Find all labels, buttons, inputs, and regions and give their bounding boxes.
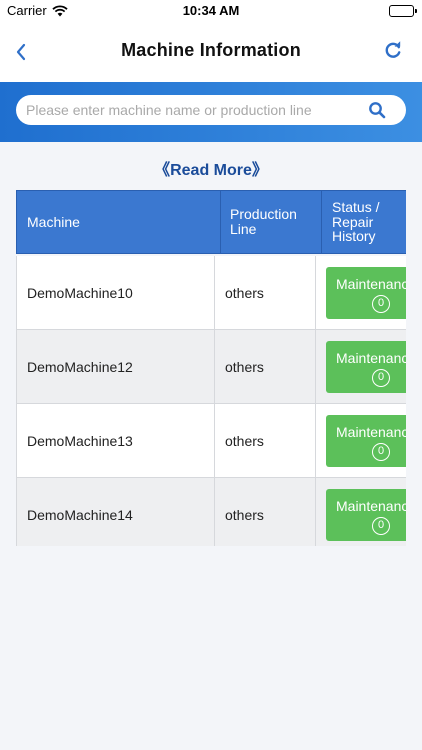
table-row[interactable]: DemoMachine13 others Maintenance 0 [16, 404, 406, 478]
search-icon[interactable] [368, 101, 386, 119]
header-line-label-2: Line [230, 221, 257, 237]
machine-name: DemoMachine10 [16, 256, 215, 330]
search-input[interactable] [26, 95, 356, 125]
refresh-icon[interactable] [382, 39, 404, 61]
header-status-label-2: Repair [332, 213, 374, 230]
header-status-label-1: Status / [332, 198, 380, 215]
header-machine[interactable]: Machine [17, 191, 221, 253]
search-band [0, 82, 422, 142]
header-line-label-1: Production [230, 206, 297, 223]
maintenance-button[interactable]: Maintenance 0 [326, 489, 406, 541]
maintenance-label: Maintenance [336, 350, 406, 366]
maintenance-button[interactable]: Maintenance 0 [326, 267, 406, 319]
maintenance-label: Maintenance [336, 424, 406, 440]
production-line: others [215, 478, 316, 546]
production-line: others [215, 256, 316, 330]
table-row[interactable]: DemoMachine14 others Maintenance 0 [16, 478, 406, 546]
header-machine-label: Machine [27, 213, 80, 230]
status-cell: Maintenance 0 [316, 330, 406, 404]
production-line: others [215, 404, 316, 478]
status-bar: Carrier 10:34 AM [0, 0, 422, 22]
repair-count-badge: 0 [372, 295, 390, 313]
battery-icon [389, 5, 414, 17]
search-box [16, 95, 406, 125]
page-title: Machine Information [121, 40, 301, 60]
maintenance-label: Maintenance [336, 498, 406, 514]
nav-bar: Machine Information [0, 22, 422, 82]
production-line: others [215, 330, 316, 404]
table-row[interactable]: DemoMachine10 others Maintenance 0 [16, 256, 406, 330]
machine-name: DemoMachine13 [16, 404, 215, 478]
table-header: Machine Production Line Status / Repair … [16, 190, 406, 254]
machine-name: DemoMachine14 [16, 478, 215, 546]
machine-table: Machine Production Line Status / Repair … [16, 190, 406, 546]
status-cell: Maintenance 0 [316, 256, 406, 330]
maintenance-label: Maintenance [336, 276, 406, 292]
maintenance-button[interactable]: Maintenance 0 [326, 415, 406, 467]
repair-count-badge: 0 [372, 369, 390, 387]
maintenance-button[interactable]: Maintenance 0 [326, 341, 406, 393]
repair-count-badge: 0 [372, 443, 390, 461]
status-cell: Maintenance 0 [316, 404, 406, 478]
battery-tip [415, 9, 417, 13]
header-status-label-3: History [332, 228, 376, 245]
status-cell: Maintenance 0 [316, 478, 406, 546]
table-row[interactable]: DemoMachine12 others Maintenance 0 [16, 330, 406, 404]
header-status[interactable]: Status / Repair History [322, 191, 406, 253]
header-production-line[interactable]: Production Line [221, 191, 322, 253]
status-time: 10:34 AM [182, 3, 240, 18]
repair-count-badge: 0 [372, 517, 390, 535]
machine-name: DemoMachine12 [16, 330, 215, 404]
read-more-link[interactable]: 《Read More》 [0, 156, 422, 180]
